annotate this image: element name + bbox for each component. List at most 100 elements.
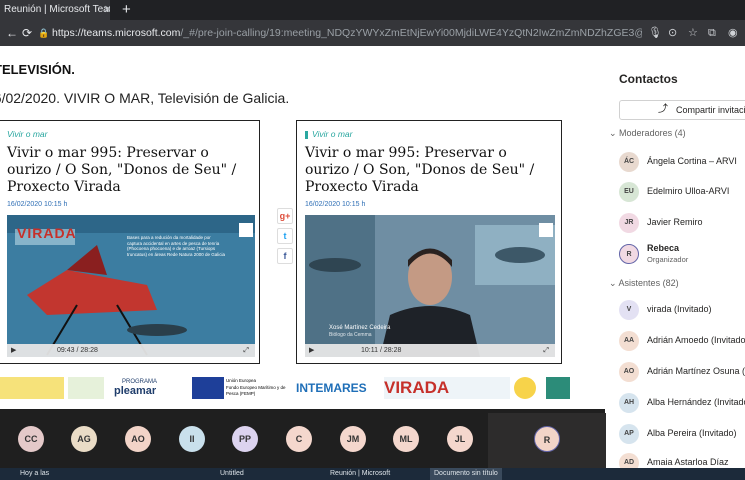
category-label: Vivir o mar [7, 129, 48, 139]
video-player-controls[interactable]: ▶ 09:43 / 28:28 ⤢ [7, 344, 255, 357]
eu-line-1: Unión Europea [226, 378, 257, 383]
tab-teams-meeting[interactable]: Reunión | Microsoft Teams ✕ [0, 0, 110, 20]
participant-avatar[interactable]: PP [232, 426, 258, 452]
taskbar-item[interactable]: Documento sin título [430, 468, 502, 480]
avatar: EU [619, 182, 639, 202]
attendee-item[interactable]: V virada (Invitado) [619, 298, 745, 324]
moderator-item[interactable]: R Rebeca Organizador [619, 242, 745, 268]
share-icon: ⤴ [658, 104, 668, 115]
sponsor-logos: PROGRAMA pleamar Unión Europea Fondo Eur… [0, 371, 605, 403]
eu-fund-logo: Unión Europea Fondo Europeo Marítimo y d… [226, 377, 292, 399]
microphone-icon[interactable]: 🎙 [648, 20, 662, 46]
address-bar: ← ⟳ 🔒 https://teams.microsoft.com/_#/pre… [0, 20, 745, 46]
document-heading: TELEVISIÓN. [0, 62, 75, 77]
participants-strip: CC AG AO II PP C JM ML JL R [0, 409, 606, 468]
fullscreen-icon[interactable]: ⤢ [243, 344, 249, 357]
participant-avatar[interactable]: C [286, 426, 312, 452]
avatar: V [619, 300, 639, 320]
video-time: 10:11 / 28:28 [361, 347, 402, 354]
cemma-logo [546, 377, 570, 399]
participant-avatar[interactable]: JL [447, 426, 473, 452]
active-speaker-avatar: R [534, 426, 560, 452]
intemares-logo: INTEMARES [296, 381, 367, 395]
gobierno-logo [0, 377, 64, 399]
play-icon[interactable]: ▶ [11, 344, 16, 357]
moderator-item[interactable]: ÁC Ángela Cortina – ARVI [619, 150, 745, 176]
twitter-share-icon[interactable]: t [277, 228, 293, 244]
person-name: Adrián Amoedo (Invitado) [647, 335, 745, 345]
collapse-icon: ⌄ [609, 278, 619, 288]
url-host: https://teams.microsoft.com [52, 27, 181, 39]
tab-close-icon[interactable]: ✕ [103, 0, 110, 20]
attendees-header-label: Asistentes (82) [618, 278, 679, 288]
person-name: Alba Hernández (Invitado) [647, 397, 745, 407]
person-name: Rebeca [647, 243, 680, 253]
card-headline: Vivir o mar 995: Preservar o ourizo / O … [305, 145, 535, 195]
participant-avatar[interactable]: II [179, 426, 205, 452]
partner-logo [514, 377, 536, 399]
participant-avatar[interactable]: CC [18, 426, 44, 452]
video-player-controls[interactable]: ▶ 10:11 / 28:28 ⤢ [305, 344, 555, 357]
card-date: 16/02/2020 10:15 h [305, 201, 366, 208]
collections-icon[interactable]: ⧉ [708, 20, 716, 46]
card-category: Vivir o mar [7, 129, 47, 139]
person-name: Edelmiro Ulloa-ARVI [647, 186, 730, 196]
moderators-header-label: Moderadores (4) [619, 128, 686, 138]
moderators-header[interactable]: ⌄ Moderadores (4) [609, 128, 686, 139]
attendee-item[interactable]: AH Alba Hernández (Invitado) [619, 391, 745, 417]
back-arrow-icon[interactable]: ← [6, 20, 18, 46]
participant-avatar[interactable]: AG [71, 426, 97, 452]
avatar: AD [619, 453, 639, 468]
attendee-item[interactable]: AA Adrián Amoedo (Invitado) [619, 329, 745, 355]
camera-icon[interactable]: ⊙ [668, 20, 677, 46]
play-icon[interactable]: ▶ [309, 344, 314, 357]
lock-icon[interactable]: 🔒 [38, 20, 49, 46]
person-name: Javier Remiro [647, 217, 703, 227]
contacts-title: Contactos [619, 72, 678, 86]
news-card-1[interactable]: Vivir o mar Vivir o mar 995: Preservar o… [0, 120, 260, 364]
video-caption: Bases para a redución da mortalidade por… [127, 235, 226, 257]
avatar: JR [619, 213, 639, 233]
card-headline: Vivir o mar 995: Preservar o ourizo / O … [7, 145, 237, 195]
share-invite-button[interactable]: ⤴ Compartir invitación [619, 100, 745, 120]
google-plus-share-icon[interactable]: g+ [277, 208, 293, 224]
card-date: 16/02/2020 10:15 h [7, 201, 68, 208]
video-thumbnail[interactable]: VIRADA Bases para a redución da mortalid… [7, 215, 255, 357]
participant-avatar[interactable]: ML [393, 426, 419, 452]
shared-screen: TELEVISIÓN. 16/02/2020. VIVIR O MAR, Tel… [0, 46, 605, 409]
facebook-share-icon[interactable]: f [277, 248, 293, 264]
avatar: ÁC [619, 152, 639, 172]
taskbar-item[interactable]: Untitled [220, 468, 244, 480]
favorite-star-icon[interactable]: ☆ [688, 20, 698, 46]
news-card-2[interactable]: Vivir o mar Vivir o mar 995: Preservar o… [296, 120, 562, 364]
refresh-icon[interactable]: ⟳ [22, 20, 32, 46]
participant-avatar[interactable]: AO [125, 426, 151, 452]
active-speaker-tile[interactable]: R [488, 413, 606, 468]
video-time: 09:43 / 28:28 [57, 347, 98, 354]
avatar: AH [619, 393, 639, 413]
new-tab-button[interactable]: + [122, 0, 131, 20]
taskbar-item[interactable]: Hoy a las [20, 468, 49, 480]
avatar: AP [619, 424, 639, 444]
pleamar-label: pleamar [114, 385, 157, 397]
url-field[interactable]: https://teams.microsoft.com/_#/pre-join-… [52, 20, 642, 46]
moderator-item[interactable]: EU Edelmiro Ulloa-ARVI [619, 180, 745, 206]
avatar: AO [619, 362, 639, 382]
profile-icon[interactable]: ◉ [728, 20, 738, 46]
person-name: Alba Pereira (Invitado) [647, 428, 737, 438]
person-name: Ángela Cortina – ARVI [647, 156, 737, 166]
taskbar-item[interactable]: Reunión | Microsoft [330, 468, 390, 480]
moderator-item[interactable]: JR Javier Remiro [619, 211, 745, 237]
speaker-role: Biólogo da Cemma [329, 332, 372, 338]
person-name: Amaia Astarloa Díaz [647, 457, 729, 467]
attendee-item[interactable]: AD Amaia Astarloa Díaz [619, 451, 745, 468]
attendee-item[interactable]: AO Adrián Martínez Osuna (Invitado) [619, 360, 745, 386]
browser-tabbar: Reunión | Microsoft Teams ✕ + [0, 0, 745, 20]
video-thumbnail[interactable]: Xosé Martínez Cedeira Biólogo da Cemma ▶… [305, 215, 555, 357]
fullscreen-icon[interactable]: ⤢ [543, 344, 549, 357]
participant-avatar[interactable]: JM [340, 426, 366, 452]
attendees-header[interactable]: ⌄ Asistentes (82) [609, 278, 679, 289]
person-name: Adrián Martínez Osuna (Invitado) [647, 366, 745, 376]
video-title: VIRADA [17, 225, 77, 241]
attendee-item[interactable]: AP Alba Pereira (Invitado) [619, 422, 745, 448]
